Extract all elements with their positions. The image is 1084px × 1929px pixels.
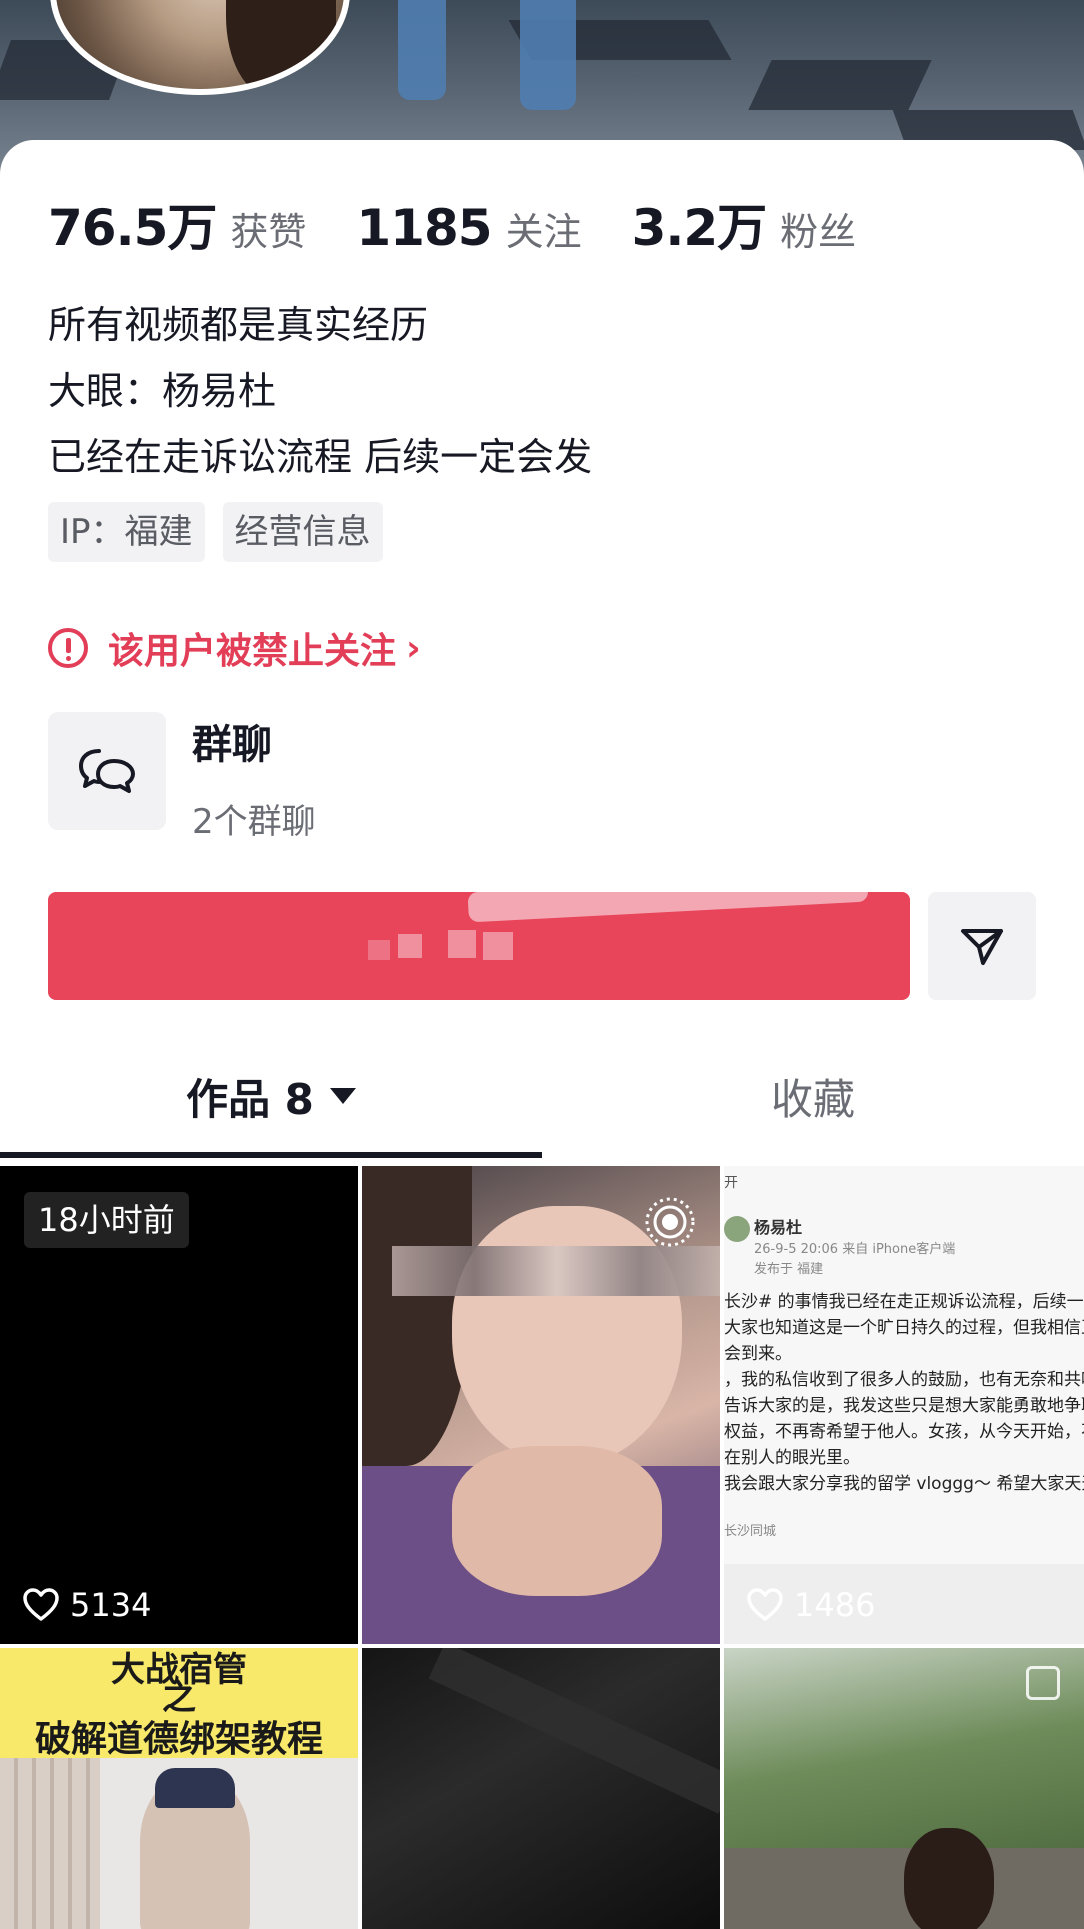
stat-followers-label: 粉丝 (780, 210, 857, 254)
follow-button[interactable] (48, 892, 910, 1000)
screenshot-text-line: 长沙# 的事情我已经在走正规诉讼流程，后续一定会 (724, 1292, 1084, 1312)
share-arrow-icon (961, 929, 1003, 965)
tab-works[interactable]: 作品 8 (0, 1036, 542, 1156)
active-tab-indicator (0, 1152, 542, 1158)
tab-works-label: 作品 8 (186, 1074, 314, 1124)
screenshot-text-line: 会到来。 (724, 1344, 792, 1364)
group-chat-icon-box (48, 712, 166, 830)
screenshot-location: 发布于 福建 (754, 1262, 824, 1277)
chat-bubbles-icon (79, 749, 135, 793)
screenshot-username: 杨易杜 (754, 1218, 803, 1237)
follow-banned-notice[interactable]: 该用户被禁止关注 › (48, 622, 421, 674)
group-chat-entry[interactable]: 群聊 2个群聊 (48, 712, 316, 843)
works-grid: 18小时前 5134 开 杨易杜 26-9-5 20:06 来自 iPhone客… (0, 1166, 1084, 1929)
like-count: 5134 (22, 1586, 151, 1624)
stat-likes-value: 76.5万 (48, 199, 217, 257)
bio-line: 已经在走诉讼流程 后续一定会发 (48, 435, 593, 479)
like-count-value: 5134 (70, 1586, 152, 1624)
video-thumbnail[interactable] (362, 1648, 720, 1929)
warning-circle-icon (48, 628, 88, 668)
chevron-right-icon: › (406, 627, 421, 669)
post-time-badge: 18小时前 (24, 1192, 189, 1248)
follow-banned-text: 该用户被禁止关注 (108, 631, 397, 672)
video-thumbnail[interactable]: 开 杨易杜 26-9-5 20:06 来自 iPhone客户端 发布于 福建 长… (724, 1166, 1084, 1644)
screenshot-header: 开 (724, 1175, 738, 1191)
tab-favorites[interactable]: 收藏 (542, 1036, 1084, 1156)
screenshot-text-line: 大家也知道这是一个旷日持久的过程，但我相信正义 (724, 1318, 1084, 1338)
screenshot-text-line: 在别人的眼光里。 (724, 1448, 860, 1468)
group-chat-count: 2个群聊 (192, 802, 316, 842)
live-photo-icon (645, 1197, 695, 1247)
stat-followers[interactable]: 3.2万 粉丝 (632, 188, 857, 260)
like-count: 1486 (746, 1586, 875, 1624)
video-thumbnail[interactable] (362, 1166, 720, 1644)
content-tabs: 作品 8 收藏 (0, 1036, 1084, 1160)
stat-following-value: 1185 (356, 199, 492, 257)
bio-line: 所有视频都是真实经历 (48, 303, 429, 347)
stat-following-label: 关注 (505, 210, 582, 254)
multi-image-icon (1026, 1666, 1060, 1700)
group-chat-title: 群聊 (192, 722, 272, 768)
tab-favorites-label: 收藏 (770, 1074, 855, 1124)
business-info-tag[interactable]: 经营信息 (222, 502, 383, 562)
screenshot-text-line: 我会跟大家分享我的留学 vloggg～ 希望大家天天 (724, 1474, 1084, 1494)
profile-tags: IP：福建 经营信息 (48, 502, 401, 562)
screenshot-text-line: 告诉大家的是，我发这些只是想大家能勇敢地争取 (724, 1396, 1084, 1416)
thumbnail-title-line: 破解道德绑架教程 (34, 1719, 323, 1760)
bio: 所有视频都是真实经历 大眼：杨易杜 已经在走诉讼流程 后续一定会发 (48, 292, 592, 490)
like-count-value: 1486 (794, 1586, 876, 1624)
heart-icon (23, 1588, 59, 1621)
share-button[interactable] (928, 892, 1036, 1000)
profile-card: 76.5万 获赞 1185 关注 3.2万 粉丝 所有视频都是真实经历 大眼：杨… (0, 140, 1084, 1160)
bio-line: 大眼：杨易杜 (48, 369, 277, 413)
screenshot-text-line: 权益，不再寄希望于他人。女孩，从今天开始，不 (724, 1422, 1084, 1442)
dropdown-caret-icon (329, 1088, 356, 1104)
screenshot-footer: 长沙同城 (724, 1524, 777, 1539)
stat-followers-value: 3.2万 (631, 199, 768, 257)
blurred-eyes (392, 1246, 720, 1296)
screenshot-text-line: ，我的私信收到了很多人的鼓励，也有无奈和共鸣 (724, 1370, 1084, 1390)
video-thumbnail[interactable]: 大战宿管 之 破解道德绑架教程 (0, 1648, 358, 1929)
stat-likes[interactable]: 76.5万 获赞 (48, 188, 306, 260)
video-thumbnail[interactable]: 18小时前 5134 (0, 1166, 358, 1644)
heart-icon (747, 1588, 783, 1621)
video-thumbnail[interactable] (724, 1648, 1084, 1929)
stat-following[interactable]: 1185 关注 (356, 199, 581, 257)
ip-location-tag: IP：福建 (48, 502, 205, 562)
stat-likes-label: 获赞 (230, 210, 307, 254)
stats-row: 76.5万 获赞 1185 关注 3.2万 粉丝 (48, 188, 906, 260)
